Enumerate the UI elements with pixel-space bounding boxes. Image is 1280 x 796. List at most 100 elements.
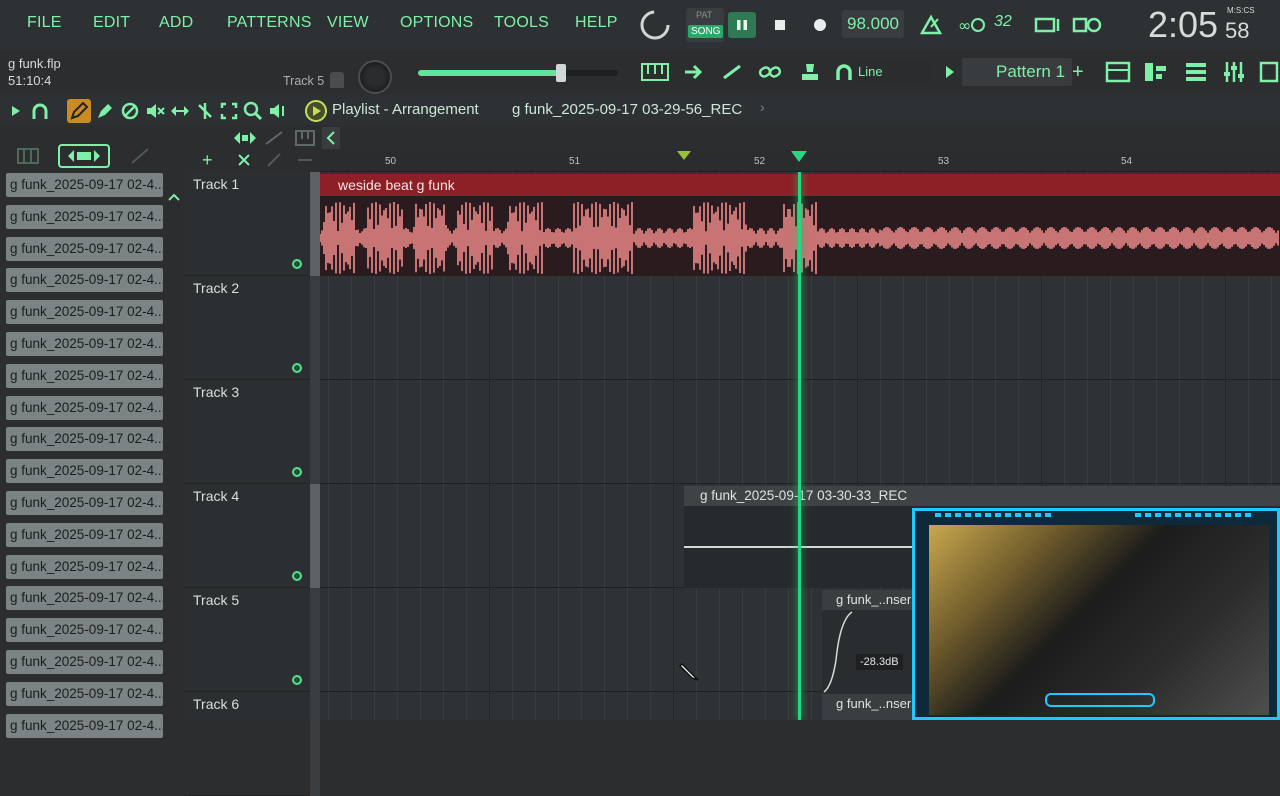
browser-item[interactable]: g funk_2025-09-17 02-4... xyxy=(6,300,163,325)
master-volume-knob[interactable] xyxy=(638,8,672,42)
browser-item[interactable]: g funk_2025-09-17 02-4... xyxy=(6,713,163,738)
magnet-icon[interactable] xyxy=(834,62,854,82)
play-small-icon[interactable] xyxy=(944,64,956,80)
mixer-icon[interactable] xyxy=(1220,60,1248,84)
slide-tool-icon[interactable] xyxy=(720,62,744,82)
browser-item[interactable]: g funk_2025-09-17 02-4... xyxy=(6,522,163,547)
track-header-4[interactable]: Track 4 xyxy=(185,484,320,588)
browser-audio-tab[interactable] xyxy=(58,144,110,168)
record-button[interactable] xyxy=(806,12,834,38)
browser-item[interactable]: g funk_2025-09-17 02-4... xyxy=(6,173,163,197)
browser-item[interactable]: g funk_2025-09-17 02-4... xyxy=(6,491,163,515)
loop-marker-icon[interactable] xyxy=(676,150,692,162)
master-volume-slider[interactable] xyxy=(418,64,618,82)
add-pattern-icon[interactable]: + xyxy=(1072,60,1090,84)
browser-piano-icon[interactable] xyxy=(16,147,40,165)
menu-tools[interactable]: TOOLS xyxy=(494,14,549,32)
draw-tool-icon[interactable] xyxy=(67,99,91,123)
stamp-icon[interactable] xyxy=(798,60,822,84)
browser-item[interactable]: g funk_2025-09-17 02-4... xyxy=(6,650,163,674)
track-enable-led[interactable] xyxy=(292,259,302,269)
track-header-6[interactable]: Track 6 xyxy=(185,692,320,796)
resize-track-icon[interactable] xyxy=(296,152,314,168)
menu-view[interactable]: VIEW xyxy=(327,14,369,32)
metronome-icon[interactable] xyxy=(918,13,944,37)
browser-item[interactable]: g funk_2025-09-17 02-4... xyxy=(6,363,163,388)
channel-rack-icon[interactable] xyxy=(1182,60,1210,84)
arrow-right-icon[interactable] xyxy=(682,62,706,82)
playback-tool-icon[interactable] xyxy=(268,101,288,121)
track-grip[interactable] xyxy=(310,380,320,484)
pattern-picker-icon[interactable] xyxy=(230,128,260,148)
main-pitch-knob[interactable] xyxy=(358,60,392,94)
playlist-menu-arrow-icon[interactable] xyxy=(10,104,22,118)
browser-item[interactable]: g funk_2025-09-17 02-4... xyxy=(6,204,163,229)
mute-tool-icon[interactable] xyxy=(145,101,165,121)
browser-item[interactable]: g funk_2025-09-17 02-4... xyxy=(6,268,163,293)
link-icon[interactable] xyxy=(758,62,782,82)
piano-roll-icon[interactable] xyxy=(640,60,670,84)
browser-item[interactable]: g funk_2025-09-17 02-4... xyxy=(6,681,163,706)
scroll-up-icon[interactable] xyxy=(166,189,182,205)
browser-item[interactable]: g funk_2025-09-17 02-4... xyxy=(6,459,163,484)
track-header-5[interactable]: Track 5 xyxy=(185,588,320,692)
browser-automation-icon[interactable] xyxy=(130,147,150,165)
track-grip[interactable] xyxy=(310,588,320,692)
track-grip[interactable] xyxy=(310,172,320,276)
edit-track-icon[interactable] xyxy=(266,152,282,168)
piano-roll-window-icon[interactable] xyxy=(1142,60,1170,84)
browser-item[interactable]: g funk_2025-09-17 02-4... xyxy=(6,554,163,579)
paint-tool-icon[interactable] xyxy=(95,101,115,121)
menu-file[interactable]: FILE xyxy=(27,14,62,32)
magnet-snap-icon[interactable] xyxy=(30,101,50,121)
select-tool-icon[interactable] xyxy=(219,101,239,121)
slice-tool-icon[interactable] xyxy=(195,101,215,121)
pause-button[interactable] xyxy=(728,12,756,38)
playlist-window-icon[interactable] xyxy=(1104,60,1132,84)
master-volume-handle[interactable] xyxy=(556,64,566,82)
menu-options[interactable]: OPTIONS xyxy=(400,14,473,32)
browser-toggle-icon[interactable] xyxy=(1258,60,1280,84)
slip-tool-icon[interactable] xyxy=(170,101,190,121)
track-grip[interactable] xyxy=(310,484,320,588)
browser-item[interactable]: g funk_2025-09-17 02-4... xyxy=(6,618,163,643)
menu-patterns[interactable]: PATTERNS xyxy=(227,14,312,32)
track-enable-led[interactable] xyxy=(292,571,302,581)
zoom-tool-icon[interactable] xyxy=(243,101,263,121)
blend-notes-icon[interactable] xyxy=(1072,13,1102,37)
pat-song-switch[interactable]: PAT SONG xyxy=(686,8,724,42)
loop-record-icon[interactable]: ∞ xyxy=(956,13,986,37)
track-grip[interactable] xyxy=(310,276,320,380)
playhead-marker-icon[interactable] xyxy=(790,150,808,164)
browser-item[interactable]: g funk_2025-09-17 02-4... xyxy=(6,236,163,261)
overview-strip[interactable] xyxy=(580,101,1280,119)
add-track-icon[interactable]: + xyxy=(202,151,218,169)
track-enable-led[interactable] xyxy=(292,363,302,373)
close-track-icon[interactable] xyxy=(236,152,252,168)
tempo-display[interactable]: 98.000 xyxy=(842,10,904,38)
stop-button[interactable] xyxy=(766,12,794,38)
snap-select[interactable]: Line xyxy=(852,60,932,84)
track-header-1[interactable]: Track 1 xyxy=(185,172,320,276)
track-enable-led[interactable] xyxy=(292,675,302,685)
browser-item[interactable]: g funk_2025-09-17 02-4... xyxy=(6,332,163,356)
pattern-selector[interactable]: Pattern 1 xyxy=(962,58,1072,86)
track-header-3[interactable]: Track 3 xyxy=(185,380,320,484)
menu-help[interactable]: HELP xyxy=(575,14,618,32)
browser-item[interactable]: g funk_2025-09-17 02-4... xyxy=(6,427,163,452)
track-header-2[interactable]: Track 2 xyxy=(185,276,320,380)
menu-add[interactable]: ADD xyxy=(159,14,193,32)
browser-item[interactable]: g funk_2025-09-17 02-4... xyxy=(6,586,163,611)
piano-picker-icon[interactable] xyxy=(294,128,316,148)
browser-panel: g funk_2025-09-17 02-4... g funk_2025-09-… xyxy=(0,125,185,738)
timeline-ruler[interactable]: 50 51 52 53 54 xyxy=(320,150,1280,172)
playhead[interactable] xyxy=(798,172,801,720)
step-edit-icon[interactable] xyxy=(1034,13,1062,37)
automation-picker-icon[interactable] xyxy=(264,128,284,148)
collapse-left-icon[interactable] xyxy=(322,127,340,149)
browser-item[interactable]: g funk_2025-09-17 02-4... xyxy=(6,395,163,420)
delete-tool-icon[interactable] xyxy=(120,101,140,121)
track-enable-led[interactable] xyxy=(292,467,302,477)
menu-edit[interactable]: EDIT xyxy=(93,14,130,32)
track-grip[interactable] xyxy=(310,692,320,796)
